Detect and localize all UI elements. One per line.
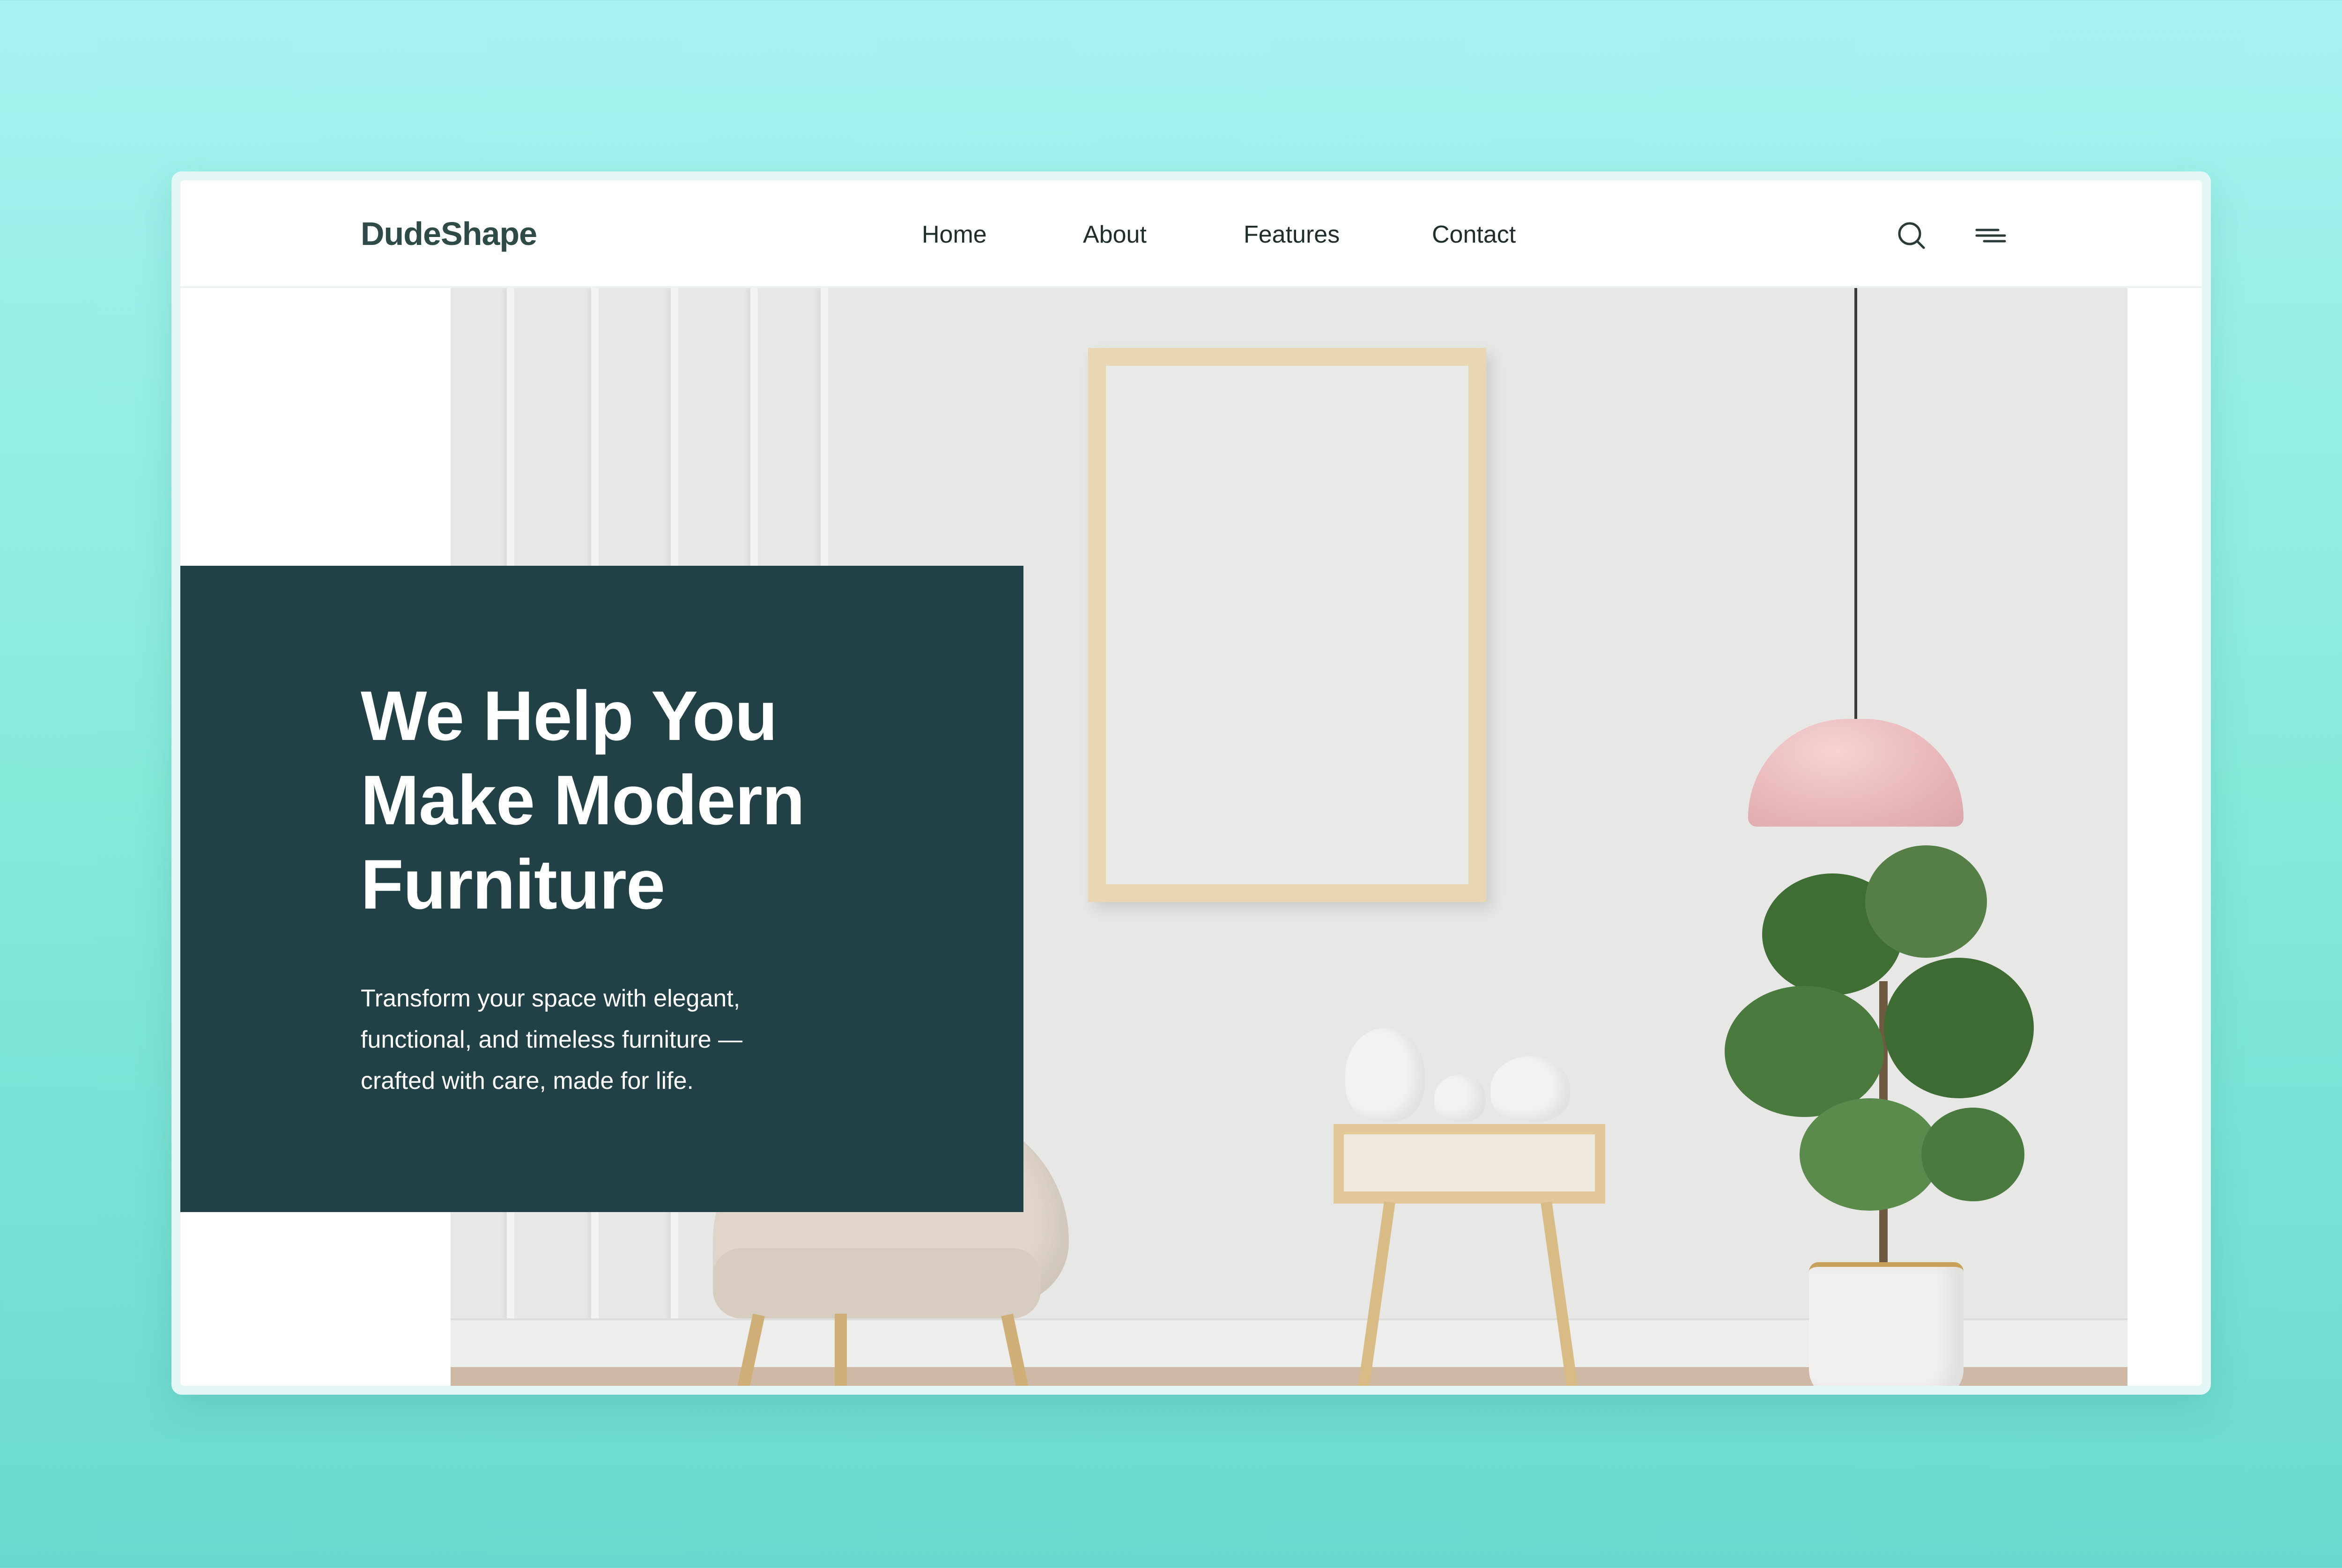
browser-frame: DudeShape Home About Features Contact We…	[171, 171, 2211, 1395]
menu-icon	[1975, 229, 2006, 243]
hero-title-line: Make Modern	[361, 761, 805, 839]
hero-subtitle-line: crafted with care, made for life.	[361, 1067, 694, 1095]
plant-pot	[1809, 1262, 1964, 1386]
table-leg	[1541, 1201, 1578, 1386]
search-button[interactable]	[1893, 217, 1930, 254]
page-viewport: DudeShape Home About Features Contact We…	[180, 180, 2202, 1386]
lamp-cord	[1854, 288, 1857, 719]
pendant-lamp	[1748, 719, 1964, 827]
nav-link-features[interactable]: Features	[1244, 221, 1340, 249]
hero-subtitle-line: Transform your space with elegant,	[361, 985, 741, 1012]
hero-title-line: We Help You	[361, 676, 778, 755]
nav-link-contact[interactable]: Contact	[1432, 221, 1516, 249]
plant-foliage	[1706, 817, 2062, 1286]
leaf-cluster	[1865, 845, 1987, 958]
leaf-cluster	[1800, 1098, 1940, 1211]
chair-leg	[835, 1314, 847, 1386]
navbar: DudeShape Home About Features Contact	[180, 180, 2202, 288]
table-top	[1334, 1124, 1605, 1204]
search-icon	[1898, 222, 1925, 249]
hero-subtitle: Transform your space with elegant, funct…	[361, 978, 876, 1102]
nav-link-home[interactable]: Home	[922, 221, 987, 249]
menu-button[interactable]	[1972, 217, 2009, 254]
brand-logo[interactable]: DudeShape	[361, 215, 537, 252]
leaf-cluster	[1884, 958, 2034, 1098]
leaf-cluster	[1725, 986, 1884, 1117]
planter	[1490, 1056, 1570, 1122]
side-table	[1334, 1124, 1615, 1386]
picture-frame	[1088, 348, 1486, 902]
chair-leg	[729, 1313, 765, 1386]
hero-card: We Help You Make Modern Furniture Transf…	[180, 566, 1023, 1212]
chair-seat	[713, 1248, 1041, 1318]
table-leg	[1358, 1201, 1395, 1386]
chair-leg	[1001, 1313, 1037, 1386]
cup	[1434, 1075, 1486, 1122]
leaf-cluster	[1921, 1108, 2024, 1201]
hero-title-line: Furniture	[361, 845, 665, 924]
nav-link-about[interactable]: About	[1083, 221, 1147, 249]
hero-subtitle-line: functional, and timeless furniture —	[361, 1026, 743, 1053]
vase	[1345, 1028, 1425, 1122]
hero-title: We Help You Make Modern Furniture	[361, 673, 970, 926]
